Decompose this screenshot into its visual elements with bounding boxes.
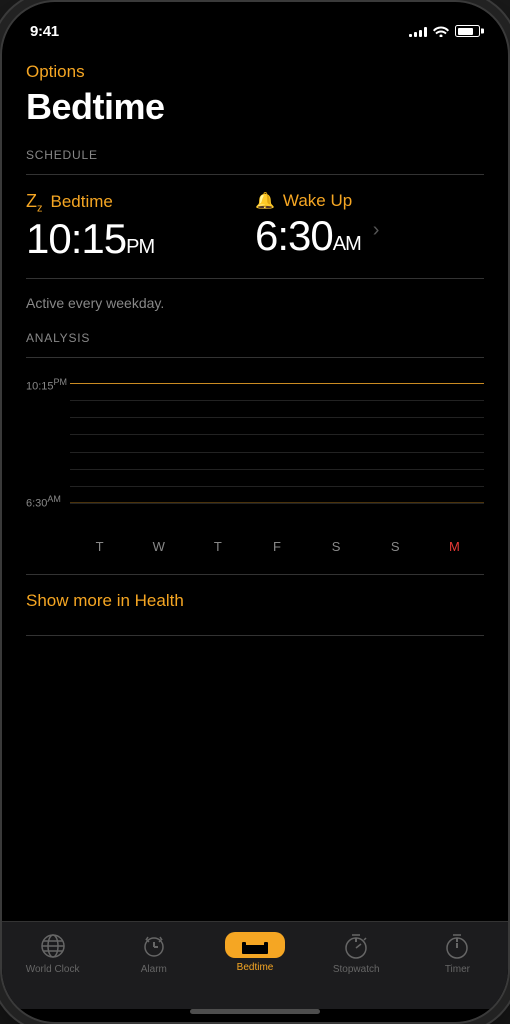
day-S2: S <box>383 539 407 554</box>
wakeup-label-row: 🔔 Wake Up <box>255 191 361 211</box>
analysis-section: ANALYSIS <box>26 331 484 636</box>
day-W: W <box>147 539 171 554</box>
tab-world-clock[interactable]: World Clock <box>2 932 103 975</box>
chart-grid <box>70 383 484 503</box>
day-labels-row: T W T F S S M <box>26 539 484 554</box>
health-divider <box>26 574 484 575</box>
wakeup-time: 6:30AM <box>255 213 361 259</box>
options-link[interactable]: Options <box>26 62 484 82</box>
tab-bedtime[interactable]: Bedtime <box>204 932 305 973</box>
day-T1: T <box>88 539 112 554</box>
analysis-section-label: ANALYSIS <box>26 331 484 345</box>
tab-timer-label: Timer <box>445 964 470 975</box>
sleep-chart: 10:15PM 6:30AM <box>26 373 484 533</box>
health-bottom-divider <box>26 635 484 636</box>
day-M: M <box>442 539 466 554</box>
screen: 9:41 Options Bed <box>2 2 508 1022</box>
battery-icon <box>455 25 480 37</box>
schedule-divider <box>26 174 484 175</box>
chart-wakeup-label: 6:30AM <box>26 494 61 510</box>
stopwatch-icon <box>342 932 370 960</box>
bedtime-label-row: Zz Bedtime <box>26 191 255 215</box>
status-time: 9:41 <box>30 23 59 40</box>
bedtime-time: 10:15PM <box>26 216 255 262</box>
tab-world-clock-label: World Clock <box>26 964 80 975</box>
signal-icon <box>409 25 427 37</box>
schedule-row: Zz Bedtime 10:15PM 🔔 Wake Up <box>26 191 484 263</box>
bedtime-chart-line <box>70 383 484 384</box>
phone-frame: 9:41 Options Bed <box>0 0 510 1024</box>
chart-bedtime-label: 10:15PM <box>26 377 67 393</box>
wakeup-chart-line <box>70 502 484 503</box>
alarm-icon <box>140 932 168 960</box>
tab-timer[interactable]: Timer <box>407 932 508 975</box>
notch <box>175 2 335 32</box>
day-S1: S <box>324 539 348 554</box>
bell-icon: 🔔 <box>255 191 275 211</box>
tab-alarm-label: Alarm <box>141 964 167 975</box>
day-F: F <box>265 539 289 554</box>
day-T2: T <box>206 539 230 554</box>
home-indicator <box>190 1009 320 1014</box>
zzz-icon: Zz <box>26 191 43 215</box>
schedule-bottom-divider <box>26 278 484 279</box>
active-schedule-text: Active every weekday. <box>26 295 484 311</box>
bedtime-tab-bg <box>225 932 285 958</box>
wifi-icon <box>433 25 449 37</box>
globe-icon <box>39 932 67 960</box>
tab-bar: World Clock Alarm <box>2 921 508 1009</box>
tab-stopwatch[interactable]: Stopwatch <box>306 932 407 975</box>
tab-alarm[interactable]: Alarm <box>103 932 204 975</box>
wakeup-chevron-icon[interactable]: › <box>373 219 380 242</box>
page-title: Bedtime <box>26 86 484 128</box>
tab-stopwatch-label: Stopwatch <box>333 964 380 975</box>
bed-icon <box>241 937 269 955</box>
timer-icon <box>443 932 471 960</box>
status-icons <box>409 25 480 37</box>
bedtime-label: Bedtime <box>51 192 113 212</box>
main-content: Options Bedtime SCHEDULE Zz Bedtime 10:1… <box>2 46 508 921</box>
wakeup-label: Wake Up <box>283 191 352 211</box>
wakeup-col: 🔔 Wake Up 6:30AM › <box>255 191 484 259</box>
schedule-section-label: SCHEDULE <box>26 148 484 162</box>
tab-bedtime-label: Bedtime <box>237 962 274 973</box>
bedtime-col: Zz Bedtime 10:15PM <box>26 191 255 263</box>
analysis-divider <box>26 357 484 358</box>
show-health-link[interactable]: Show more in Health <box>26 591 484 611</box>
